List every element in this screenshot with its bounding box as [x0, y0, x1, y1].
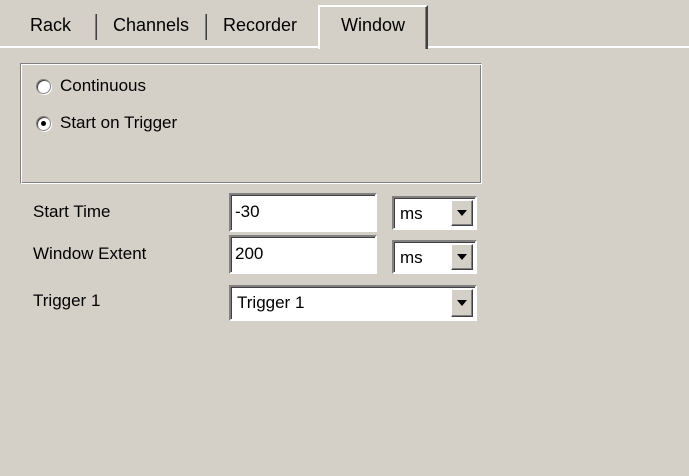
tab-window[interactable]: Window [318, 5, 428, 49]
trigger-label: Trigger 1 [33, 291, 101, 310]
radio-start-on-trigger-label: Start on Trigger [60, 113, 178, 132]
tab-window-label: Window [340, 15, 406, 35]
window-extent-input[interactable]: 200 [229, 235, 377, 274]
radio-continuous-label: Continuous [60, 76, 147, 95]
start-time-input[interactable]: -30 [229, 193, 377, 232]
window-extent-label: Window Extent [33, 244, 147, 263]
radio-dot-icon [41, 120, 46, 126]
window-extent-unit-value: ms [400, 248, 423, 267]
tab-strip: Rack Channels Recorder Window [0, 0, 689, 49]
radio-continuous[interactable]: Continuous [36, 74, 146, 98]
start-time-value: -30 [235, 202, 260, 221]
tab-recorder[interactable]: Recorder [206, 10, 314, 43]
radio-unchecked-icon[interactable] [36, 78, 51, 94]
tab-rack-label: Rack [29, 15, 71, 35]
start-time-unit-value: ms [400, 204, 423, 223]
window-extent-unit-dropdown-button[interactable] [451, 244, 473, 270]
tab-recorder-label: Recorder [222, 15, 298, 35]
trigger-mode-group: Continuous Start on Trigger [20, 63, 482, 184]
chevron-down-icon [457, 254, 467, 260]
radio-checked-icon[interactable] [36, 115, 51, 131]
start-time-unit-dropdown-button[interactable] [451, 200, 473, 226]
tab-rack[interactable]: Rack [5, 10, 96, 43]
trigger-dropdown-button[interactable] [451, 289, 473, 317]
start-time-label: Start Time [33, 202, 111, 221]
trigger-select[interactable]: Trigger 1 [229, 285, 477, 321]
tab-channels-label: Channels [112, 15, 190, 35]
radio-start-on-trigger[interactable]: Start on Trigger [36, 111, 177, 135]
window-extent-value: 200 [235, 244, 264, 263]
chevron-down-icon [457, 300, 467, 306]
start-time-unit-select[interactable]: ms [392, 196, 477, 230]
tab-channels[interactable]: Channels [96, 10, 206, 43]
trigger-value: Trigger 1 [237, 293, 305, 312]
chevron-down-icon [457, 210, 467, 216]
window-extent-unit-select[interactable]: ms [392, 240, 477, 274]
